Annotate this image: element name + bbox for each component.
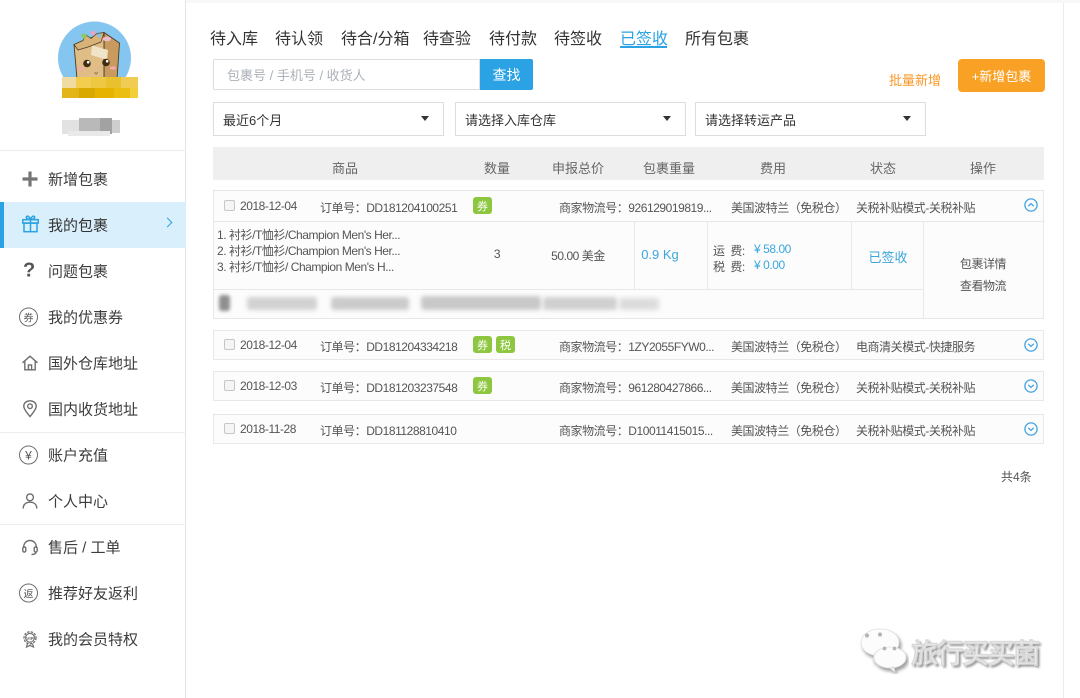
svg-text:VIP: VIP (26, 636, 33, 641)
